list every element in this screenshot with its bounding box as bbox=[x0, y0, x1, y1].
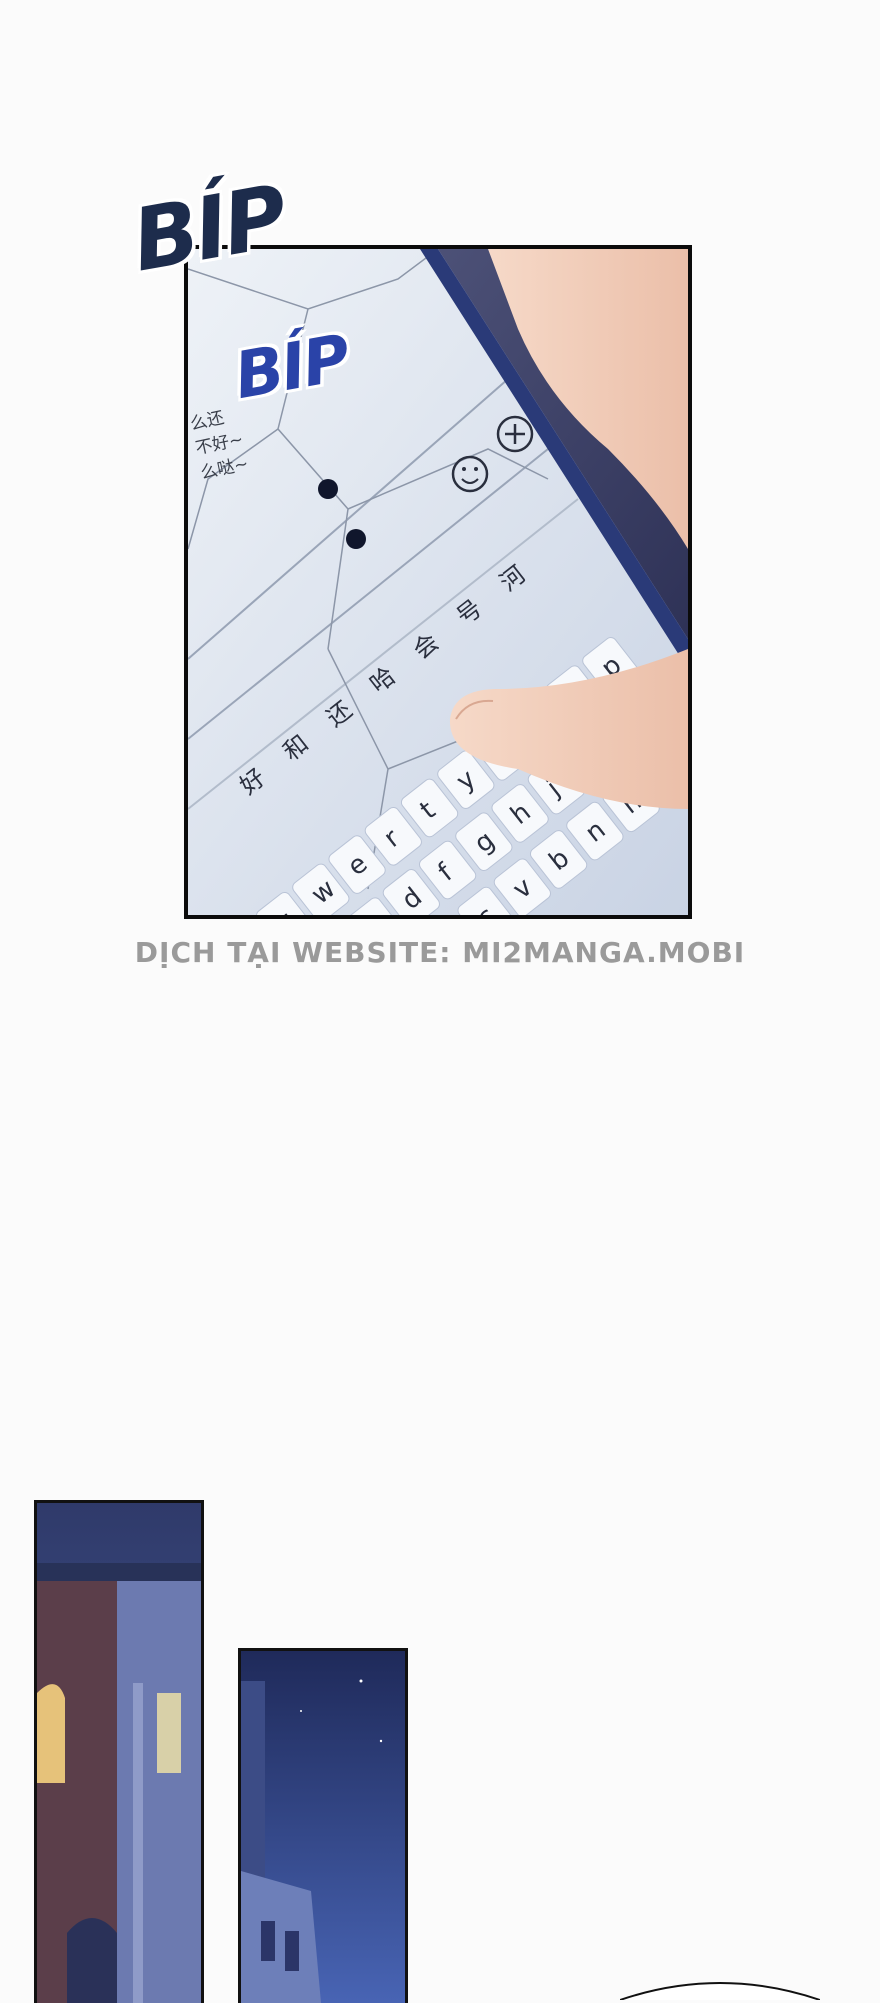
sfx-bip-large: BÍP bbox=[123, 165, 294, 294]
night-building-illustration bbox=[241, 1651, 405, 2003]
typing-dot bbox=[346, 529, 366, 549]
night-building-panel-left bbox=[34, 1500, 204, 2003]
night-building-panel-right bbox=[238, 1648, 408, 2003]
sfx-bip-small: BÍP bbox=[229, 321, 354, 415]
speech-bubble-edge bbox=[620, 1976, 820, 2000]
typing-dot bbox=[318, 479, 338, 499]
night-building-illustration bbox=[37, 1503, 201, 2003]
manga-page: 么还 不好~ 么哒~ 好 和 还 哈 会 号 河 qwertyuiop asdf… bbox=[0, 0, 880, 2003]
translation-credit: DỊCH TẠI WEBSITE: MI2MANGA.MOBI bbox=[134, 936, 746, 969]
